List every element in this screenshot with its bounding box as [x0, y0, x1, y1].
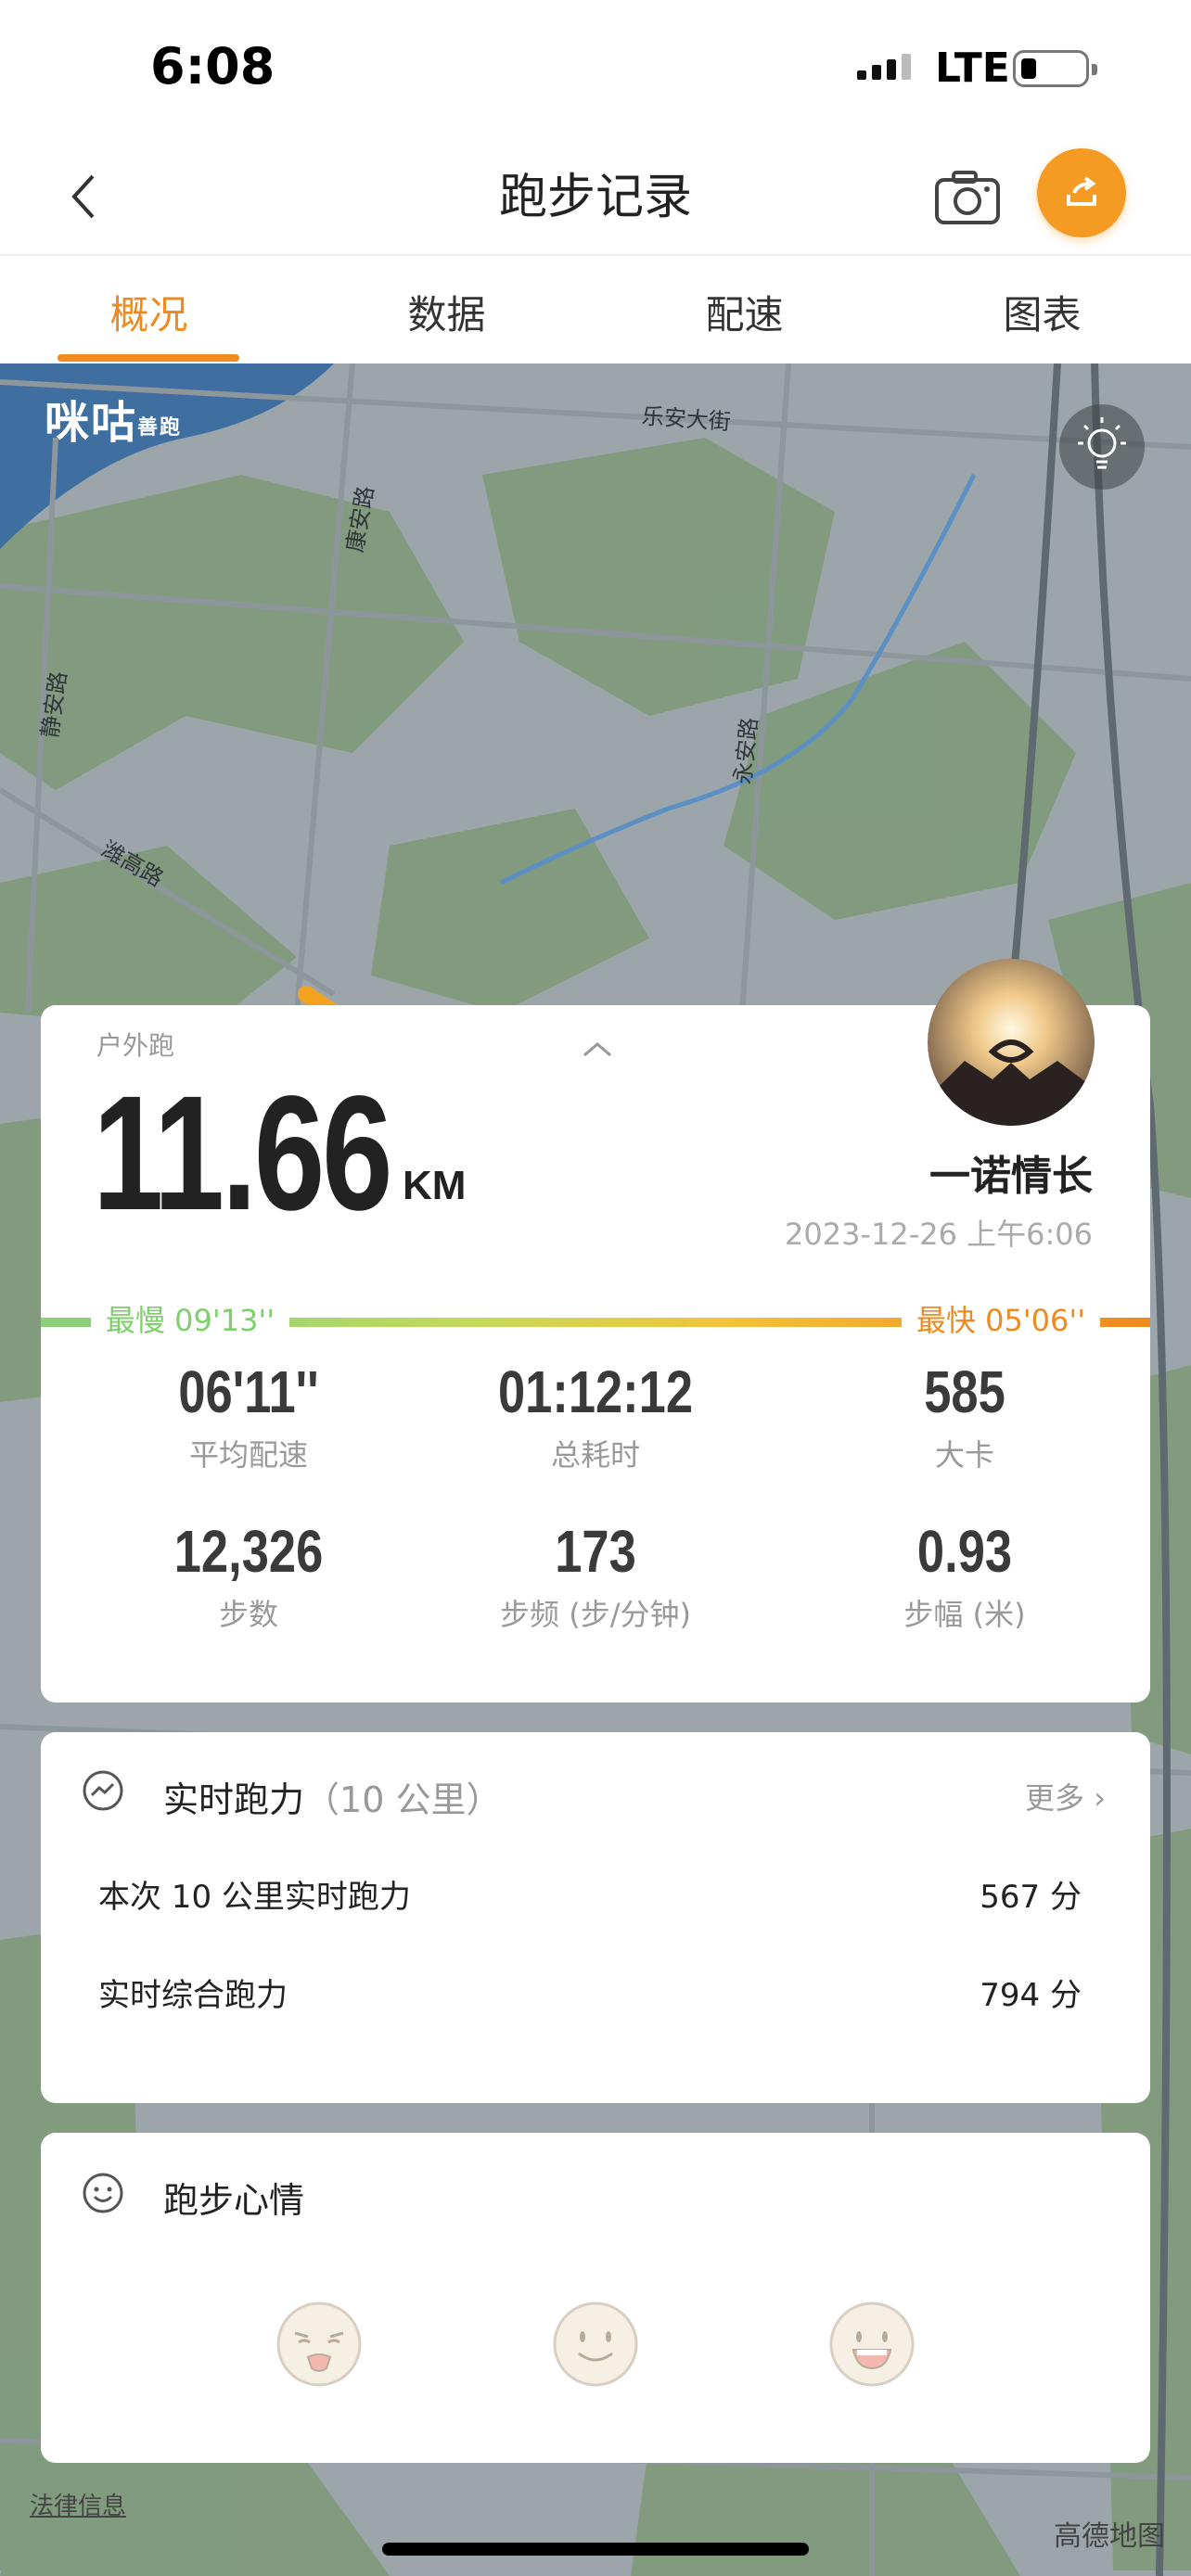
run-power-card: 实时跑力（10 公里） 更多 › 本次 10 公里实时跑力 567 分 实时综合跑…	[41, 1732, 1150, 2103]
tab-pace[interactable]: 配速	[596, 256, 893, 365]
home-indicator[interactable]	[382, 2543, 809, 2556]
stat-cadence: 173 步频 (步/分钟)	[500, 1518, 691, 1632]
status-time: 6:08	[150, 37, 275, 96]
distance-value: 11.66	[93, 1063, 392, 1244]
smiley-icon	[83, 2173, 123, 2213]
tab-data[interactable]: 数据	[298, 256, 596, 365]
sport-type: 户外跑	[96, 1030, 175, 1061]
battery-icon	[1013, 50, 1097, 87]
stat-stride: 0.93 步幅 (米)	[903, 1518, 1026, 1632]
share-button[interactable]	[1037, 148, 1126, 237]
mood-title: 跑步心情	[163, 2180, 305, 2221]
lightbulb-icon	[1078, 417, 1126, 469]
more-link[interactable]: 更多 ›	[1025, 1775, 1106, 1817]
run-mood-card: 跑步心情	[41, 2133, 1150, 2463]
tired-face-icon[interactable]	[275, 2300, 364, 2389]
map-road-label: 永安路	[729, 716, 763, 786]
tab-overview[interactable]: 概况	[0, 256, 298, 365]
migu-logo: 咪咕善跑	[45, 397, 183, 449]
map-style-toggle[interactable]	[1059, 404, 1145, 490]
neutral-smile-icon[interactable]	[551, 2300, 640, 2389]
pace-range-bar: 最慢 09'13'' 最快 05'06''	[41, 1302, 1150, 1339]
camera-icon	[935, 171, 1000, 224]
distance-unit: KM	[403, 1163, 467, 1208]
tab-charts[interactable]: 图表	[893, 256, 1191, 365]
stat-total-time: 01:12:12 总耗时	[497, 1358, 694, 1473]
run-power-title: 实时跑力（10 公里）	[163, 1779, 502, 1820]
run-power-row: 实时综合跑力 794 分	[98, 1977, 1082, 2014]
network-type: LTE	[935, 45, 1010, 92]
avatar[interactable]	[928, 959, 1095, 1126]
slowest-pace: 最慢 09'13''	[91, 1302, 290, 1339]
stat-avg-pace: 06'11'' 平均配速	[178, 1358, 319, 1473]
legal-info-link[interactable]: 法律信息	[30, 2487, 126, 2521]
run-datetime: 2023-12-26 上午6:06	[784, 1217, 1093, 1252]
tab-bar: 概况 数据 配速 图表	[0, 254, 1191, 365]
map-road-label: 乐安大街	[640, 402, 732, 436]
map-attribution: 高德地图	[1054, 2520, 1165, 2553]
status-bar: 6:08 LTE	[0, 0, 1191, 139]
username: 一诺情长	[929, 1153, 1093, 1200]
share-icon	[1067, 176, 1096, 206]
run-summary-card: 户外跑 11.66 KM 一诺情长 2023-12-26 上午6:06 最慢 0…	[41, 959, 1150, 1702]
chevron-up-icon[interactable]	[581, 1039, 614, 1061]
signal-icon	[857, 54, 911, 80]
nav-header: 跑步记录	[0, 139, 1191, 254]
camera-button[interactable]	[933, 167, 1002, 228]
stat-steps: 12,326 步数	[173, 1518, 324, 1632]
happy-face-icon[interactable]	[827, 2300, 916, 2389]
page-title: 跑步记录	[498, 170, 692, 225]
stat-calories: 585 大卡	[924, 1358, 1005, 1473]
fastest-pace: 最快 05'06''	[901, 1302, 1100, 1339]
run-power-icon	[83, 1770, 123, 1811]
run-power-row: 本次 10 公里实时跑力 567 分	[98, 1879, 1082, 1916]
chevron-right-icon: ›	[1094, 1780, 1106, 1816]
